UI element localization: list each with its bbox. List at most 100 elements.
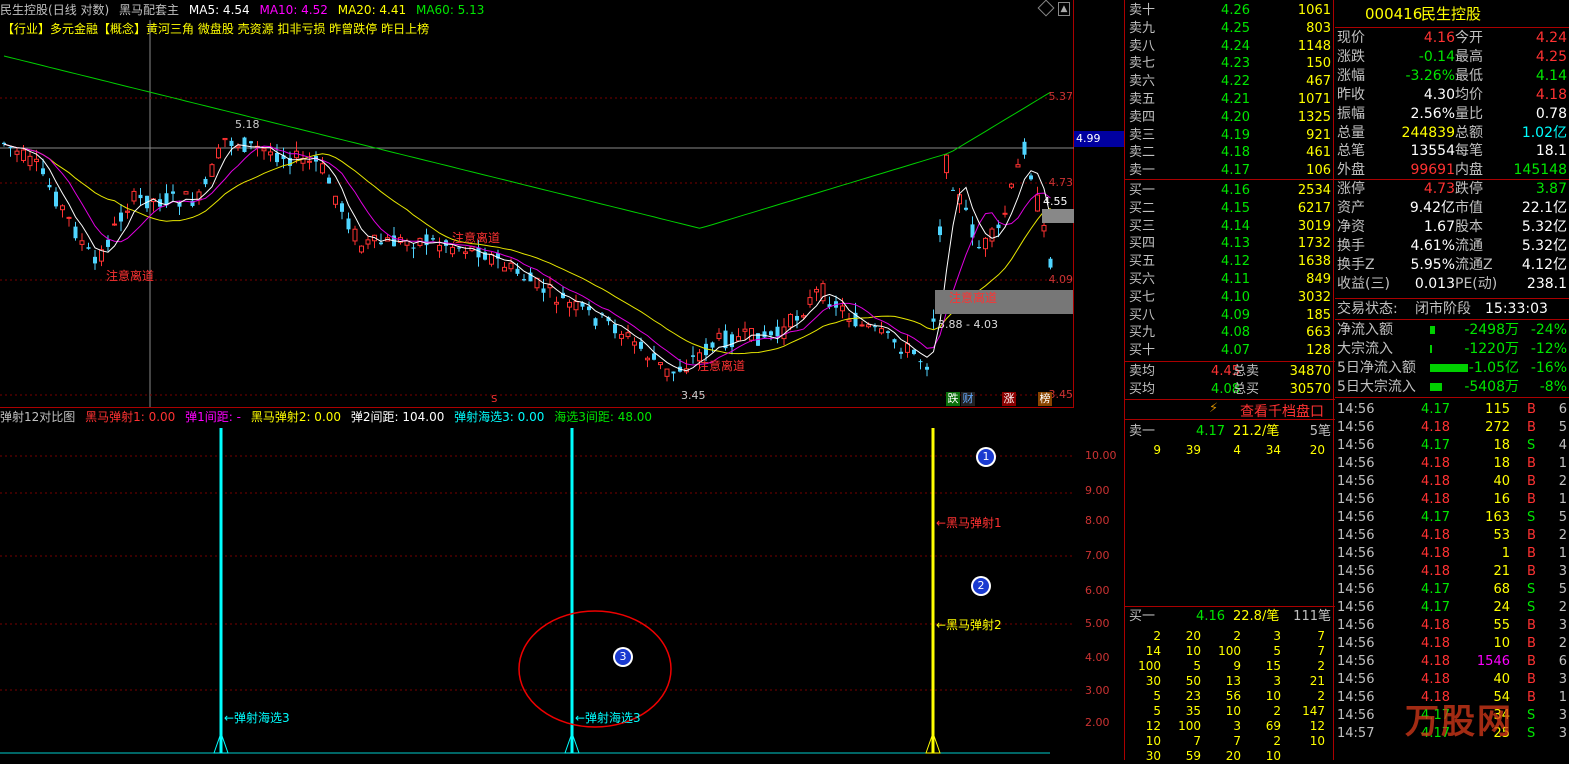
bid-level-row[interactable]: 买十 4.07 128 (1125, 342, 1335, 359)
tick-row: 14:56 4.18 16 B 1 (1337, 492, 1567, 507)
queue-row: 12 100 3 69 12 (1145, 719, 1325, 733)
indicator-gridlines (0, 455, 1074, 691)
bid-level-row[interactable]: 买八 4.09 185 (1125, 307, 1335, 324)
range-annotation: 3.88 - 4.03 (938, 318, 998, 331)
stock-name-quote: 民生控股 (1421, 5, 1482, 23)
lightning-icon: ⚡ (1209, 401, 1219, 416)
quote-row: 换手 4.61% 流通 5.32亿 (1337, 237, 1567, 254)
tick-row: 14:56 4.18 40 B 2 (1337, 474, 1567, 489)
bid-level-row[interactable]: 买三 4.14 3019 (1125, 218, 1335, 235)
queue-row: 9 39 4 34 20 (1153, 443, 1325, 457)
bid-level-row[interactable]: 买五 4.12 1638 (1125, 253, 1335, 270)
tick-row: 14:56 4.18 53 B 2 (1337, 528, 1567, 543)
tick-row: 14:56 4.18 18 B 1 (1337, 456, 1567, 471)
quote-row: 净资 1.67 股本 5.32亿 (1337, 219, 1567, 235)
queue-row: 30 50 13 3 21 (1145, 674, 1325, 688)
flow-bar (1430, 383, 1442, 391)
badge-zhang[interactable]: 涨 (1002, 392, 1016, 406)
circle-1-label: 1 (982, 450, 990, 463)
ask-level-row[interactable]: 卖四 4.20 1325 (1125, 109, 1335, 126)
last-price-box (1042, 209, 1074, 223)
ask-level-row[interactable]: 卖三 4.19 921 (1125, 127, 1335, 144)
haixuan3-label-1: ←弹射海选3 (224, 711, 290, 725)
ask-level-row[interactable]: 卖五 4.21 1071 (1125, 91, 1335, 108)
flow-bar (1430, 345, 1432, 353)
badge-die[interactable]: 跌 (946, 392, 960, 406)
tick-row: 14:56 4.18 1546 B 6 (1337, 654, 1567, 669)
tick-row: 14:56 4.18 21 B 3 (1337, 564, 1567, 579)
ask-level-row[interactable]: 卖一 4.17 106 (1125, 162, 1335, 179)
badge-bang[interactable]: 榜 (1038, 392, 1052, 406)
circle-2-label: 2 (977, 579, 985, 592)
tick-row: 14:56 4.18 10 B 2 (1337, 636, 1567, 651)
bid-level-row[interactable]: 买四 4.13 1732 (1125, 235, 1335, 252)
ma5-line (3, 143, 1051, 372)
tick-row: 14:56 4.18 40 B 3 (1337, 672, 1567, 687)
queue-row: 10 7 7 2 10 (1145, 734, 1325, 748)
tick-row: 14:56 4.18 272 B 5 (1337, 420, 1567, 435)
warning-label-4: 注意离道 (949, 291, 998, 305)
kline-svg (0, 20, 1074, 407)
queue-row: 30 59 20 10 (1145, 749, 1281, 763)
quote-row: 总笔 13554 每笔 18.1 (1337, 143, 1567, 160)
quote-title: 000416 民生控股 (1335, 4, 1569, 24)
warning-label-2: 注意离道 (452, 231, 501, 245)
fund-flow-row: 净流入额 -2498万 -24% (1337, 322, 1567, 338)
heima1-label: ←黑马弹射1 (936, 516, 1002, 530)
quote-row: 现价 4.16 今开 4.24 (1337, 30, 1567, 46)
quote-row: 总量 244839 总额 1.02亿 (1337, 124, 1567, 141)
warning-label-1: 注意离道 (106, 269, 155, 283)
queue-row: 5 23 56 10 2 (1153, 689, 1325, 703)
badge-cai[interactable]: 财 (961, 392, 975, 406)
price-axis-1: 5.37 (1048, 90, 1074, 103)
s-marker: S (491, 394, 498, 405)
queue-row: 100 5 9 15 2 (1138, 659, 1325, 673)
ask-level-row[interactable]: 卖六 4.22 467 (1125, 73, 1335, 90)
bid-level-row[interactable]: 买一 4.16 2534 (1125, 182, 1335, 199)
quote-row: 涨跌 -0.14 最高 4.25 (1337, 48, 1567, 65)
heima2-label: ←黑马弹射2 (936, 618, 1002, 632)
indicator-svg (0, 428, 1074, 754)
order-book-panel: 卖十 4.26 1061 卖九 4.25 803 卖八 4.24 1148 卖七 4.23 150 卖六… (1124, 0, 1335, 763)
circle-3-label: 3 (619, 650, 627, 663)
fund-flow-row: 大宗流入 -1220万 -12% (1337, 341, 1567, 357)
buy1-queue-header: 买一 4.16 22.8/笔 111笔 (1129, 609, 1331, 624)
queue-row: 2 20 2 3 7 (1153, 629, 1325, 643)
ask-level-row[interactable]: 卖九 4.25 803 (1125, 20, 1335, 37)
kline-chart-panel[interactable]: 民生控股(日线 对数) 黑马配套主 MA5: 4.54 MA10: 4.52 M… (0, 0, 1124, 407)
high-annotation: 5.18 (235, 118, 260, 131)
bid-average-row: 买均 4.08 总买 30570 (1129, 382, 1331, 397)
candles (2, 136, 1053, 382)
ask-level-row[interactable]: 卖二 4.18 461 (1125, 144, 1335, 161)
quote-row: 涨幅 -3.26% 最低 4.14 (1337, 67, 1567, 84)
quote-row: 换手Z 5.95% 流通Z 4.12亿 (1337, 256, 1567, 273)
bid-level-row[interactable]: 买九 4.08 663 (1125, 324, 1335, 341)
tick-row: 14:56 4.17 24 S 2 (1337, 600, 1567, 615)
ask-level-row[interactable]: 卖七 4.23 150 (1125, 55, 1335, 72)
crosshair-price-tag: 4.99 (1074, 131, 1124, 147)
price-axis-3: 4.09 (1048, 273, 1074, 286)
bid-level-row[interactable]: 买二 4.15 6217 (1125, 200, 1335, 217)
qiandang-button[interactable]: 查看千档盘口 (1240, 401, 1324, 421)
tick-row: 14:56 4.17 115 B 6 (1337, 402, 1567, 417)
watermark-logo: 万股网 (1405, 702, 1513, 742)
flow-bar (1430, 364, 1468, 372)
bid-level-row[interactable]: 买六 4.11 849 (1125, 271, 1335, 288)
flow-bar (1430, 326, 1435, 334)
tick-row: 14:56 4.17 18 S 4 (1337, 438, 1567, 453)
quote-panel: 000416 民生控股 现价 4.16 今开 4.24 涨跌 -0.14 最高 4.25 涨幅 -… (1335, 0, 1569, 760)
tick-row: 14:56 4.18 55 B 3 (1337, 618, 1567, 633)
stock-code: 000416 (1365, 5, 1423, 23)
ask-level-row[interactable]: 卖八 4.24 1148 (1125, 38, 1335, 55)
haixuan3-label-2: ←弹射海选3 (575, 711, 641, 725)
indicator-panel[interactable]: 弹射12对比图 黑马弹射1: 0.00 弹1间距: - 黑马弹射2: 0.00 … (0, 407, 1074, 760)
quote-row: 收益(三) 0.013 PE(动) 238.1 (1337, 275, 1567, 292)
tick-row: 14:56 4.17 68 S 5 (1337, 582, 1567, 597)
tick-row: 14:56 4.17 163 S 5 (1337, 510, 1567, 525)
bid-level-row[interactable]: 买七 4.10 3032 (1125, 289, 1335, 306)
quote-row: 振幅 2.56% 量比 0.78 (1337, 105, 1567, 122)
quote-row: 外盘 99691 内盘 145148 (1337, 162, 1567, 179)
ask-level-row[interactable]: 卖十 4.26 1061 (1125, 2, 1335, 19)
low-annotation: 3.45 (681, 389, 706, 402)
queue-row: 5 35 10 2 147 (1153, 704, 1325, 718)
